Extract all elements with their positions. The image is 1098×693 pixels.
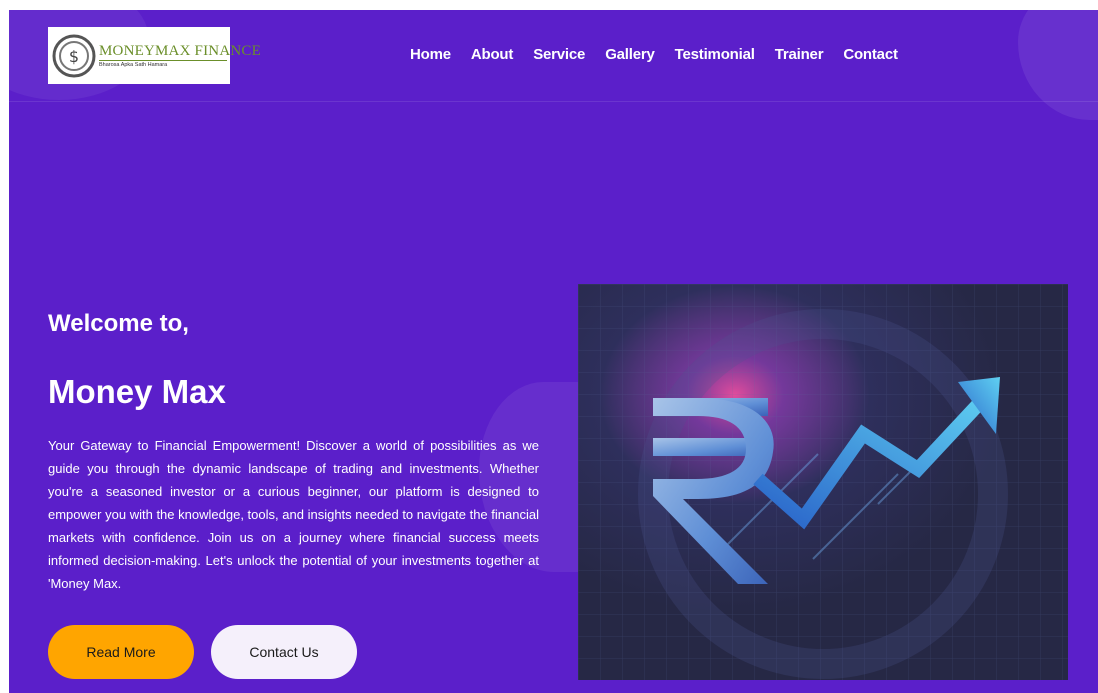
hero-description: Your Gateway to Financial Empowerment! D…: [48, 438, 539, 591]
main-nav: Home About Service Gallery Testimonial T…: [410, 46, 898, 63]
logo-divider: [99, 59, 227, 61]
hero-image: [578, 284, 1068, 680]
svg-text:$: $: [69, 47, 79, 66]
page-frame: $ MONEYMAX FINANCE Bharosa Apka Sath Ham…: [9, 10, 1098, 693]
brand-name: MONEYMAX FINANCE: [99, 42, 261, 59]
brand-tagline: Bharosa Apka Sath Hamara: [99, 61, 168, 68]
site-header: $ MONEYMAX FINANCE Bharosa Apka Sath Ham…: [9, 10, 1098, 102]
nav-about[interactable]: About: [471, 46, 514, 63]
coin-logo-icon: $: [52, 34, 96, 78]
brand-logo[interactable]: $ MONEYMAX FINANCE Bharosa Apka Sath Ham…: [48, 27, 261, 84]
read-more-button[interactable]: Read More: [48, 625, 194, 679]
nav-service[interactable]: Service: [533, 46, 585, 63]
nav-contact[interactable]: Contact: [843, 46, 898, 63]
hero-welcome: Welcome to,: [48, 310, 189, 337]
nav-testimonial[interactable]: Testimonial: [675, 46, 755, 63]
contact-us-button[interactable]: Contact Us: [211, 625, 357, 679]
hero-title: Money Max: [48, 373, 226, 410]
nav-trainer[interactable]: Trainer: [775, 46, 824, 63]
nav-gallery[interactable]: Gallery: [605, 46, 655, 63]
nav-home[interactable]: Home: [410, 46, 451, 63]
rupee-growth-arrow-icon: [578, 284, 1068, 680]
